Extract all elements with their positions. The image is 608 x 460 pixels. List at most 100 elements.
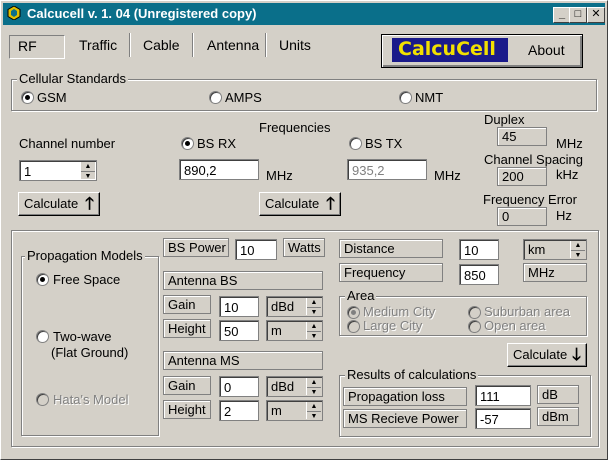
spin-down-icon[interactable]: ▼: [307, 308, 321, 317]
about-button[interactable]: CalcuCell About: [381, 34, 583, 68]
radio-hata-label: Hata's Model: [53, 392, 129, 407]
antenna-bs-height-unit: m: [271, 323, 282, 338]
channel-number-label: Channel number: [19, 136, 116, 151]
antenna-bs-height-input[interactable]: 50: [219, 320, 259, 341]
tab-cable[interactable]: Cable: [143, 35, 180, 57]
channel-spacing-label: Channel Spacing: [484, 152, 584, 167]
calculate-channel-button[interactable]: Calculate 🡑: [18, 192, 100, 216]
distance-unit-select[interactable]: km ▲ ▼: [523, 239, 587, 260]
tab-traffic[interactable]: Traffic: [79, 35, 117, 57]
ms-receive-power-value[interactable]: -57: [475, 408, 531, 429]
channel-spinner[interactable]: ▲ ▼: [80, 162, 95, 181]
radio-gsm[interactable]: [21, 91, 34, 104]
frequency-label: Frequency: [339, 263, 443, 282]
ms-receive-power-unit: dBm: [537, 407, 579, 426]
radio-nmt-label: NMT: [415, 90, 444, 105]
arrow-up-icon: 🡑: [85, 194, 94, 213]
antenna-ms-height-unit: m: [271, 403, 282, 418]
duplex-label: Duplex: [484, 112, 525, 127]
spin-down-icon[interactable]: ▼: [307, 388, 321, 397]
radio-bs-rx[interactable]: [181, 137, 194, 150]
frequency-error-label: Frequency Error: [483, 192, 577, 207]
distance-input[interactable]: 10: [459, 239, 499, 260]
radio-suburban-area[interactable]: [468, 306, 481, 319]
radio-open-area[interactable]: [468, 320, 481, 333]
antenna-ms-label: Antenna MS: [163, 351, 323, 370]
antenna-bs-gain-label: Gain: [163, 295, 211, 314]
antenna-bs-height-label: Height: [163, 319, 211, 338]
tab-rf[interactable]: RF: [9, 35, 65, 59]
antenna-ms-gain-unit-select[interactable]: dBd ▲ ▼: [266, 376, 323, 397]
tab-units[interactable]: Units: [279, 35, 311, 57]
radio-free-space[interactable]: [36, 273, 49, 286]
radio-medium-city-label: Medium City: [363, 304, 436, 319]
maximize-button[interactable]: □: [569, 7, 587, 23]
spin-up-icon[interactable]: ▲: [307, 298, 321, 308]
duplex-value: 45: [497, 127, 547, 146]
channel-number-value: 1: [24, 164, 32, 179]
close-button[interactable]: ✕: [587, 7, 605, 23]
radio-bs-tx-label: BS TX: [365, 136, 403, 151]
calculate-frequency-button[interactable]: Calculate 🡑: [259, 192, 341, 216]
antenna-ms-height-input[interactable]: 2: [219, 400, 259, 421]
spin-up-icon[interactable]: ▲: [81, 162, 95, 172]
antenna-ms-height-unit-select[interactable]: m ▲ ▼: [266, 400, 323, 421]
gain-unit-spinner[interactable]: ▲ ▼: [306, 298, 321, 317]
radio-open-area-label: Open area: [484, 318, 546, 333]
tab-separator: [265, 33, 266, 57]
radio-two-wave[interactable]: [36, 330, 49, 343]
area-label: Area: [345, 288, 377, 303]
antenna-bs-height-unit-select[interactable]: m ▲ ▼: [266, 320, 323, 341]
propagation-loss-label: Propagation loss: [343, 387, 467, 406]
spin-up-icon[interactable]: ▲: [571, 241, 585, 251]
app-icon: [7, 6, 21, 20]
frequencies-label: Frequencies: [259, 120, 331, 135]
radio-amps[interactable]: [209, 91, 222, 104]
radio-large-city[interactable]: [347, 320, 360, 333]
spin-up-icon[interactable]: ▲: [307, 402, 321, 412]
tab-separator: [192, 33, 193, 57]
antenna-bs-gain-unit-select[interactable]: dBd ▲ ▼: [266, 296, 323, 317]
calculate-channel-label: Calculate: [24, 196, 79, 211]
spin-up-icon[interactable]: ▲: [307, 322, 321, 332]
bs-rx-input[interactable]: 890,2: [179, 159, 259, 180]
distance-unit-spinner[interactable]: ▲ ▼: [570, 241, 585, 260]
radio-medium-city[interactable]: [347, 306, 360, 319]
ms-receive-power-label: MS Recieve Power: [343, 409, 467, 428]
antenna-ms-height-label: Height: [163, 400, 211, 419]
bs-power-input[interactable]: 10: [235, 239, 277, 260]
spin-up-icon[interactable]: ▲: [307, 378, 321, 388]
distance-label: Distance: [339, 239, 443, 258]
title-bar[interactable]: Calcucell v. 1. 04 (Unregistered copy) _…: [3, 3, 605, 25]
radio-bs-rx-label: BS RX: [197, 136, 237, 151]
spin-down-icon[interactable]: ▼: [307, 412, 321, 421]
propagation-loss-value[interactable]: 111: [475, 385, 531, 406]
antenna-bs-gain-input[interactable]: 10: [219, 296, 259, 317]
height-unit-spinner[interactable]: ▲ ▼: [306, 402, 321, 421]
antenna-bs-gain-unit: dBd: [271, 299, 295, 314]
radio-hata[interactable]: [36, 393, 49, 406]
channel-spacing-unit: kHz: [556, 167, 579, 182]
spin-down-icon[interactable]: ▼: [307, 332, 321, 341]
frequency-input[interactable]: 850: [459, 264, 499, 285]
bs-rx-unit: MHz: [266, 168, 293, 183]
tab-antenna[interactable]: Antenna: [207, 35, 259, 57]
propagation-loss-unit: dB: [537, 385, 579, 404]
app-window: Calcucell v. 1. 04 (Unregistered copy) _…: [0, 0, 608, 460]
antenna-ms-gain-input[interactable]: 0: [219, 376, 259, 397]
radio-nmt[interactable]: [399, 91, 412, 104]
height-unit-spinner[interactable]: ▲ ▼: [306, 322, 321, 341]
radio-large-city-label: Large City: [363, 318, 423, 333]
tab-separator: [129, 33, 130, 57]
channel-number-input[interactable]: 1 ▲ ▼: [19, 160, 97, 181]
gain-unit-spinner[interactable]: ▲ ▼: [306, 378, 321, 397]
logo-text: CalcuCell: [398, 38, 496, 60]
radio-bs-tx[interactable]: [349, 137, 362, 150]
bs-tx-unit: MHz: [434, 168, 461, 183]
spin-down-icon[interactable]: ▼: [571, 251, 585, 260]
calculate-propagation-button[interactable]: Calculate 🡓: [507, 343, 587, 367]
bs-tx-input[interactable]: 935,2: [347, 159, 427, 180]
bs-power-unit: Watts: [283, 238, 325, 257]
radio-two-wave-label: Two-wave: [53, 329, 112, 344]
spin-down-icon[interactable]: ▼: [81, 172, 95, 181]
